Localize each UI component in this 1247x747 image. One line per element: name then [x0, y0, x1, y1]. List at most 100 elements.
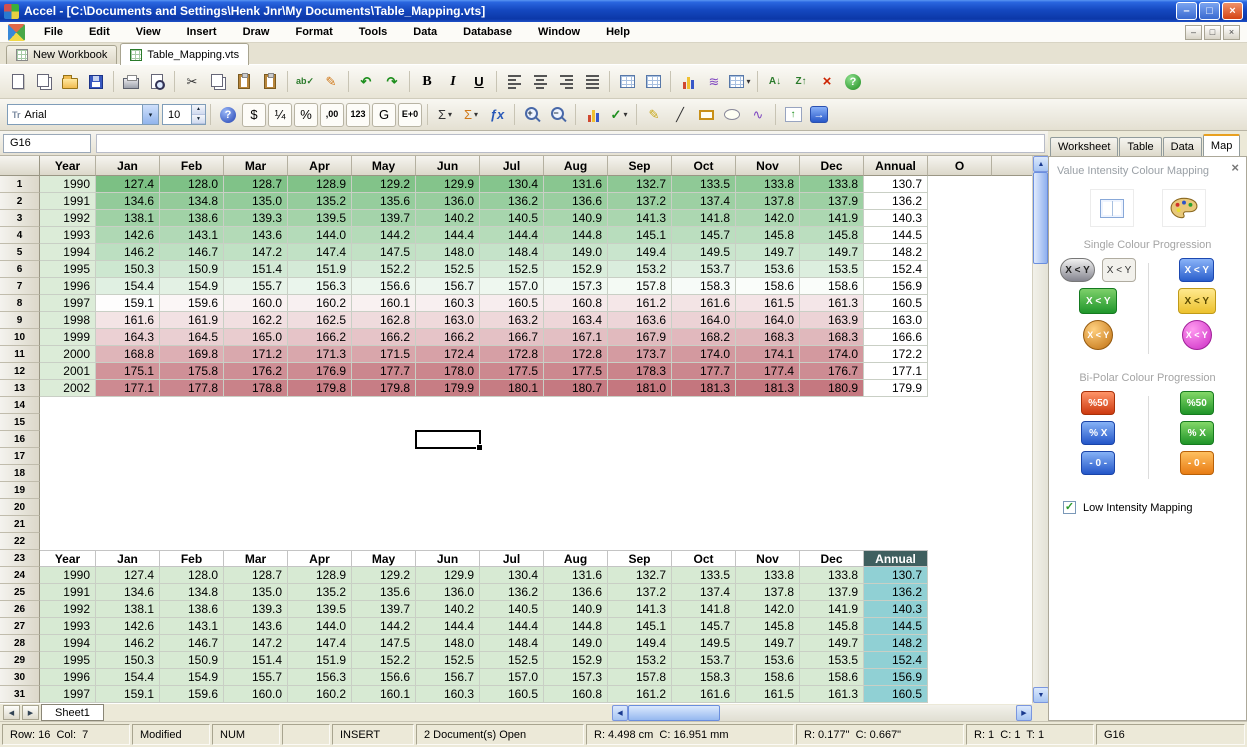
grid-cell[interactable]: 158.6	[736, 669, 800, 686]
comma-format-button[interactable]: ,00	[320, 103, 344, 127]
row-header-8[interactable]: 8	[0, 295, 40, 312]
grid-cell[interactable]: 160.5	[480, 686, 544, 703]
grid-cell[interactable]: Sep	[608, 550, 672, 567]
autosum-range-button[interactable]: Σ▾	[459, 103, 483, 127]
grid-cell[interactable]: 166.6	[864, 329, 928, 346]
grid-cell[interactable]: 136.2	[864, 584, 928, 601]
grid-cell[interactable]: 145.1	[608, 227, 672, 244]
grid-cell[interactable]: 137.2	[608, 584, 672, 601]
grid-cell[interactable]: 154.4	[96, 278, 160, 295]
grid-cell[interactable]: 152.2	[352, 261, 416, 278]
grid-cell[interactable]: 150.3	[96, 261, 160, 278]
column-header-annual[interactable]: Annual	[864, 156, 928, 176]
menu-draw[interactable]: Draw	[230, 23, 283, 41]
grid-cell[interactable]: 146.7	[160, 244, 224, 261]
select-all-corner[interactable]	[0, 156, 40, 176]
grid-cell[interactable]: 147.5	[352, 635, 416, 652]
grid-cell[interactable]: 157.3	[544, 669, 608, 686]
grid-cell[interactable]: 159.6	[160, 295, 224, 312]
row-header-31[interactable]: 31	[0, 686, 40, 703]
grid-cell[interactable]: 138.6	[160, 210, 224, 227]
grid-cell[interactable]: 176.2	[224, 363, 288, 380]
grid-cell[interactable]: 168.2	[672, 329, 736, 346]
grid-cell[interactable]: 152.5	[480, 261, 544, 278]
grid-cell[interactable]: 139.3	[224, 601, 288, 618]
grid-cell[interactable]: 162.8	[352, 312, 416, 329]
scroll-up-icon[interactable]: ▲	[1033, 156, 1049, 172]
grid-cell[interactable]: 172.8	[480, 346, 544, 363]
grid-cell[interactable]: 145.1	[608, 618, 672, 635]
grid-cell[interactable]: 180.7	[544, 380, 608, 397]
sheet-tab-sheet1[interactable]: Sheet1	[41, 704, 104, 721]
grid-cell[interactable]: 145.8	[736, 227, 800, 244]
grid-cell[interactable]: 145.7	[672, 618, 736, 635]
grid-cell[interactable]: 144.0	[288, 227, 352, 244]
orange-round-mapping-button[interactable]: X < Y	[1083, 320, 1113, 350]
grid-cell[interactable]: 144.8	[544, 618, 608, 635]
grid-cell[interactable]: 173.7	[608, 346, 672, 363]
grid-cell[interactable]: 175.1	[96, 363, 160, 380]
zoom-in-button[interactable]: +	[520, 103, 544, 127]
grid-cell[interactable]: 160.3	[416, 686, 480, 703]
row-header-22[interactable]: 22	[0, 533, 40, 550]
grid-cell[interactable]: 152.5	[480, 652, 544, 669]
row-header-25[interactable]: 25	[0, 584, 40, 601]
blue-mapping-button[interactable]: X < Y	[1179, 258, 1214, 282]
grid-cell[interactable]: 127.4	[96, 176, 160, 193]
grid-cell[interactable]: 1996	[40, 278, 96, 295]
grid-cell[interactable]: 132.7	[608, 176, 672, 193]
grid-cell[interactable]: 142.0	[736, 210, 800, 227]
yellow-mapping-button[interactable]: X < Y	[1178, 288, 1216, 314]
grid-cell[interactable]: 161.6	[672, 686, 736, 703]
italic-button[interactable]: I	[441, 70, 465, 94]
autosum-button[interactable]: Σ▾	[433, 103, 457, 127]
grid-cell[interactable]: 137.8	[736, 584, 800, 601]
grid-cell[interactable]: 2002	[40, 380, 96, 397]
grid-cell[interactable]: 144.4	[416, 227, 480, 244]
grid-cell[interactable]: 154.9	[160, 669, 224, 686]
draw-rectangle-button[interactable]	[694, 103, 718, 127]
row-header-17[interactable]: 17	[0, 448, 40, 465]
grid-cell[interactable]: 181.3	[736, 380, 800, 397]
grid-cell[interactable]: 172.2	[864, 346, 928, 363]
context-help-button[interactable]: ?	[216, 103, 240, 127]
row-header-27[interactable]: 27	[0, 618, 40, 635]
grid-cell[interactable]: 128.9	[288, 567, 352, 584]
grid-cell[interactable]: 153.2	[608, 261, 672, 278]
grid-cell[interactable]: 130.4	[480, 176, 544, 193]
spin-down-icon[interactable]: ▼	[192, 115, 205, 125]
grid-cell[interactable]: 168.8	[96, 346, 160, 363]
row-header-10[interactable]: 10	[0, 329, 40, 346]
grid-cell[interactable]: Aug	[544, 550, 608, 567]
grid-cell[interactable]: 150.3	[96, 652, 160, 669]
grid-cell[interactable]: 153.7	[672, 261, 736, 278]
grid-cell[interactable]: 163.6	[608, 312, 672, 329]
grid-cell[interactable]: 143.6	[224, 227, 288, 244]
grid-cell[interactable]: 179.8	[288, 380, 352, 397]
grid-cell[interactable]: Jul	[480, 550, 544, 567]
grid-cell[interactable]: 181.0	[608, 380, 672, 397]
grid-cell[interactable]: 139.5	[288, 210, 352, 227]
grid-cell[interactable]: 165.0	[224, 329, 288, 346]
grid-cell[interactable]: 155.7	[224, 669, 288, 686]
zoom-out-button[interactable]: −	[546, 103, 570, 127]
grid-cell[interactable]: 1997	[40, 686, 96, 703]
grid-cell[interactable]: 137.9	[800, 193, 864, 210]
open-button[interactable]	[58, 70, 82, 94]
row-header-14[interactable]: 14	[0, 397, 40, 414]
grid-cell[interactable]: 141.9	[800, 601, 864, 618]
grid-cell[interactable]: 149.7	[800, 244, 864, 261]
grid-cell[interactable]: 133.8	[736, 176, 800, 193]
menu-tools[interactable]: Tools	[346, 23, 401, 41]
grid-cell[interactable]: 128.7	[224, 567, 288, 584]
grid-cell[interactable]: 178.8	[224, 380, 288, 397]
grid-cell[interactable]: 151.4	[224, 652, 288, 669]
grid-cell[interactable]: 142.0	[736, 601, 800, 618]
new-document-button[interactable]	[6, 70, 30, 94]
column-header-jun[interactable]: Jun	[416, 156, 480, 176]
grid-cell[interactable]: 160.8	[544, 295, 608, 312]
grid-cell[interactable]: 163.0	[416, 312, 480, 329]
new-from-template-button[interactable]	[32, 70, 56, 94]
grid-cell[interactable]: 139.5	[288, 601, 352, 618]
column-header-oct[interactable]: Oct	[672, 156, 736, 176]
